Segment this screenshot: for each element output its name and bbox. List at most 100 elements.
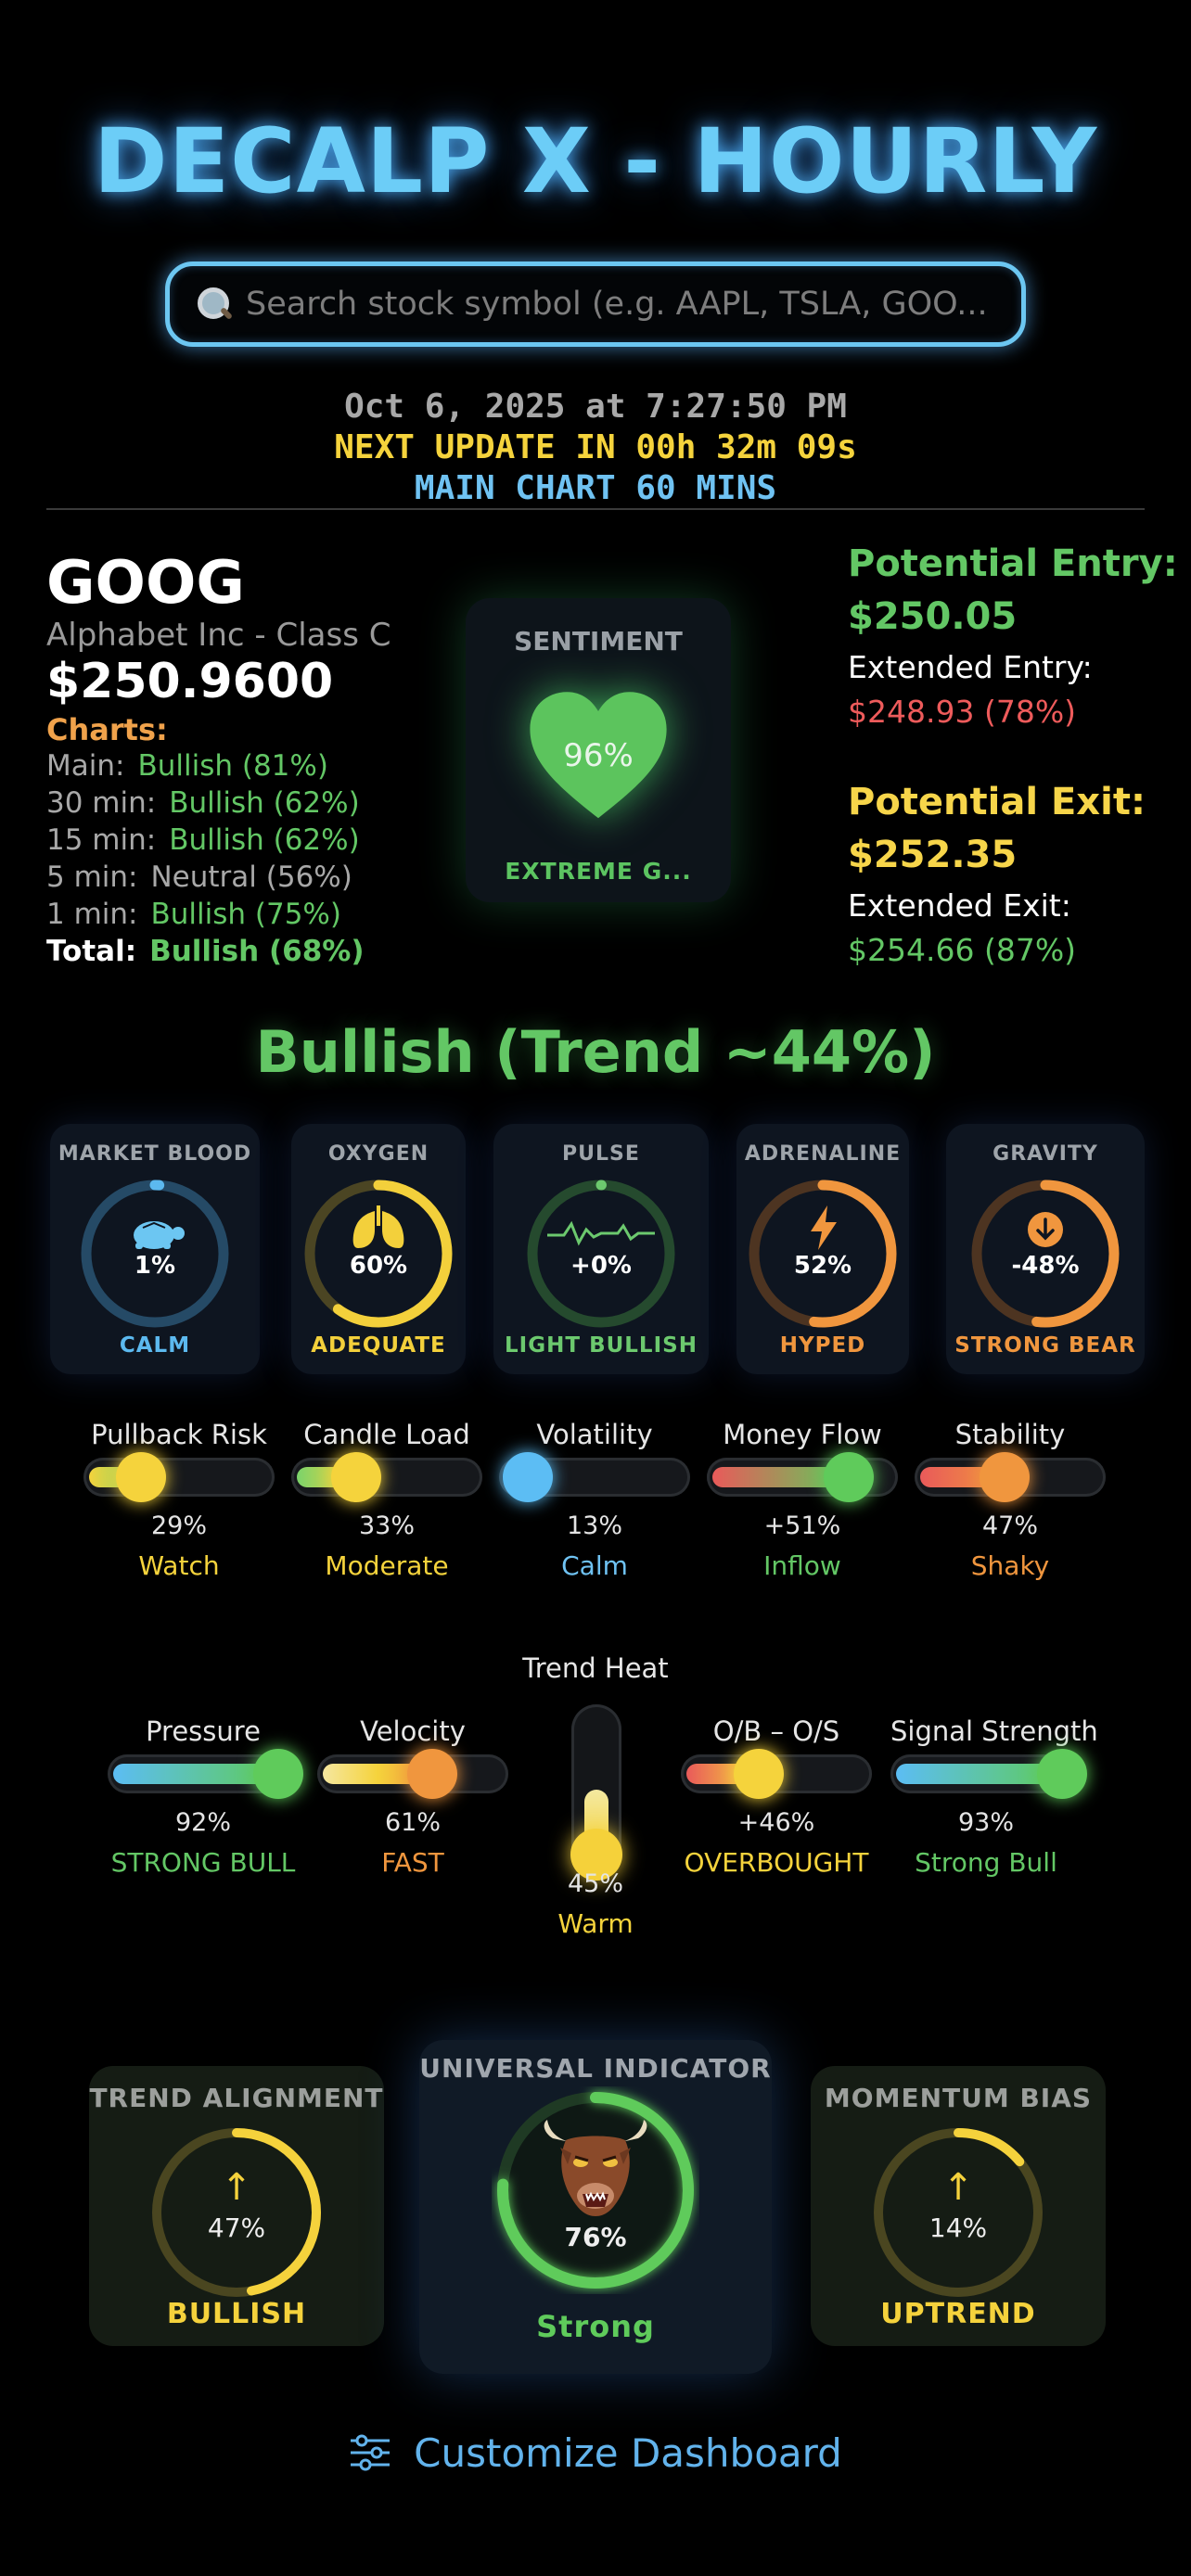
trend-heat-label: Trend Heat	[522, 1652, 669, 1684]
divider	[46, 508, 1145, 510]
slider-ob-os[interactable]: O/B – O/S +46% OVERBOUGHT	[681, 1715, 872, 1882]
slider-knob[interactable]	[253, 1749, 304, 1799]
chart-row-5min: 5 min: Neutral (56%)	[46, 861, 352, 894]
down-arrow-icon	[1028, 1212, 1063, 1247]
slider-label: O/B – O/S	[712, 1715, 840, 1747]
vital-card-oxygen[interactable]: OXYGEN 60% ADEQUATE	[291, 1124, 466, 1374]
slider-track[interactable]	[681, 1749, 872, 1799]
vital-title: OXYGEN	[327, 1142, 429, 1166]
chart-row-label: Total:	[46, 935, 137, 968]
vital-card-pulse[interactable]: PULSE +0% LIGHT BULLISH	[493, 1124, 709, 1374]
gauge-status: UPTREND	[880, 2298, 1036, 2330]
slider-track[interactable]	[890, 1749, 1087, 1799]
slider-knob[interactable]	[733, 1749, 784, 1799]
gauge-value: 76%	[564, 2222, 627, 2252]
slider-velocity[interactable]: Velocity 61% FAST	[317, 1715, 508, 1882]
charts-label: Charts:	[46, 712, 168, 747]
vital-status: ADEQUATE	[311, 1333, 446, 1358]
chart-row-main: Main: Bullish (81%)	[46, 749, 328, 783]
extended-entry-value: $248.93 (78%)	[848, 694, 1077, 730]
slider-value: +46%	[737, 1808, 815, 1837]
slider-track[interactable]	[707, 1452, 898, 1502]
vital-title: ADRENALINE	[744, 1142, 902, 1166]
slider-status: Inflow	[763, 1550, 841, 1581]
slider-knob[interactable]	[503, 1452, 554, 1502]
chart-row-label: 5 min:	[46, 861, 138, 894]
exit-label: Potential Exit:	[848, 781, 1146, 823]
slider-track[interactable]	[291, 1452, 482, 1502]
slider-status: Watch	[138, 1550, 220, 1581]
gauge-status: BULLISH	[166, 2298, 307, 2330]
slider-value: 61%	[384, 1808, 441, 1837]
momentum-bias-card[interactable]: MOMENTUM BIAS ↑ 14% UPTREND	[811, 2066, 1106, 2346]
slider-volatility[interactable]: Volatility 13% Calm	[499, 1419, 690, 1586]
customize-dashboard-button[interactable]: Customize Dashboard	[0, 2425, 1191, 2480]
chart-row-label: 30 min:	[46, 786, 157, 820]
slider-status: Shaky	[970, 1550, 1050, 1581]
up-arrow-icon: ↑	[942, 2166, 974, 2209]
sentiment-card[interactable]: SENTIMENT 96% EXTREME G...	[466, 598, 731, 902]
slider-knob[interactable]	[980, 1452, 1031, 1502]
slider-label: Stability	[954, 1419, 1066, 1450]
slider-track[interactable]	[915, 1452, 1106, 1502]
vital-title: MARKET BLOOD	[58, 1142, 252, 1166]
bull-icon	[544, 2120, 647, 2216]
vital-status: STRONG BEAR	[954, 1333, 1136, 1358]
vital-title: PULSE	[562, 1142, 640, 1166]
vital-card-gravity[interactable]: GRAVITY -48% STRONG BEAR	[946, 1124, 1145, 1374]
entry-value: $250.05	[848, 595, 1018, 638]
stock-price: $250.9600	[46, 654, 334, 709]
slider-knob[interactable]	[331, 1452, 382, 1502]
exit-value: $252.35	[848, 834, 1018, 876]
slider-pullback-risk[interactable]: Pullback Risk 29% Watch	[83, 1419, 275, 1586]
slider-knob[interactable]	[116, 1452, 167, 1502]
chart-row-label: Main:	[46, 749, 125, 783]
chart-row-value: Bullish (62%)	[169, 786, 360, 820]
trend-heat-track[interactable]	[570, 1704, 622, 1881]
main-chart-interval: MAIN CHART 60 MINS	[414, 469, 777, 507]
slider-candle-load[interactable]: Candle Load 33% Moderate	[291, 1419, 482, 1586]
search-icon	[196, 286, 233, 323]
vital-card-adrenaline[interactable]: ADRENALINE 52% HYPED	[736, 1124, 909, 1374]
gauge-value: 47%	[207, 2213, 266, 2243]
extended-entry-label: Extended Entry:	[848, 649, 1093, 685]
slider-track[interactable]	[317, 1749, 508, 1799]
slider-track[interactable]	[83, 1452, 275, 1502]
sentiment-label: SENTIMENT	[514, 626, 683, 657]
next-update-countdown: NEXT UPDATE IN 00h 32m 09s	[334, 428, 857, 466]
slider-label: Velocity	[360, 1715, 466, 1747]
search-bar[interactable]	[165, 261, 1026, 347]
extended-exit-label: Extended Exit:	[848, 887, 1071, 924]
vital-card-market-blood[interactable]: MARKET BLOOD 1% CALM	[50, 1124, 260, 1374]
slider-knob[interactable]	[1037, 1749, 1087, 1799]
chart-row-label: 1 min:	[46, 898, 138, 931]
slider-pressure[interactable]: Pressure 92% STRONG BULL	[108, 1715, 304, 1882]
search-input[interactable]	[246, 286, 1006, 323]
slider-money-flow[interactable]: Money Flow +51% Inflow	[707, 1419, 898, 1586]
sentiment-status: EXTREME G...	[505, 858, 692, 885]
timestamp: Oct 6, 2025 at 7:27:50 PM	[344, 388, 847, 426]
chart-row-value: Bullish (75%)	[150, 898, 341, 931]
slider-signal-strength[interactable]: Signal Strength 93% Strong Bull	[890, 1715, 1098, 1882]
trend-alignment-card[interactable]: TREND ALIGNMENT ↑ 47% BULLISH	[89, 2066, 384, 2346]
universal-indicator-card[interactable]: UNIVERSAL INDICATOR 76% Strong	[419, 2040, 772, 2374]
slider-knob[interactable]	[407, 1749, 458, 1799]
gauge-status: Strong	[536, 2309, 655, 2344]
slider-track[interactable]	[499, 1452, 690, 1502]
vital-status: LIGHT BULLISH	[505, 1333, 698, 1358]
chart-row-label: 15 min:	[46, 823, 157, 857]
slider-stability[interactable]: Stability 47% Shaky	[915, 1419, 1106, 1586]
heartbeat-icon	[547, 1220, 655, 1246]
slider-knob[interactable]	[824, 1452, 875, 1502]
vital-value: 52%	[793, 1252, 852, 1280]
slider-label: Money Flow	[723, 1419, 882, 1450]
chart-row-value: Bullish (68%)	[149, 935, 365, 968]
slider-value: 92%	[174, 1808, 231, 1837]
slider-track[interactable]	[108, 1749, 304, 1799]
trend-headline: Bullish (Trend ~44%)	[255, 1018, 936, 1086]
gauge-value: 14%	[928, 2213, 988, 2243]
slider-label: Volatility	[536, 1419, 653, 1450]
extended-exit-value: $254.66 (87%)	[848, 932, 1077, 968]
trend-heat-status: Warm	[557, 1908, 634, 1939]
slider-value: 33%	[358, 1511, 415, 1540]
